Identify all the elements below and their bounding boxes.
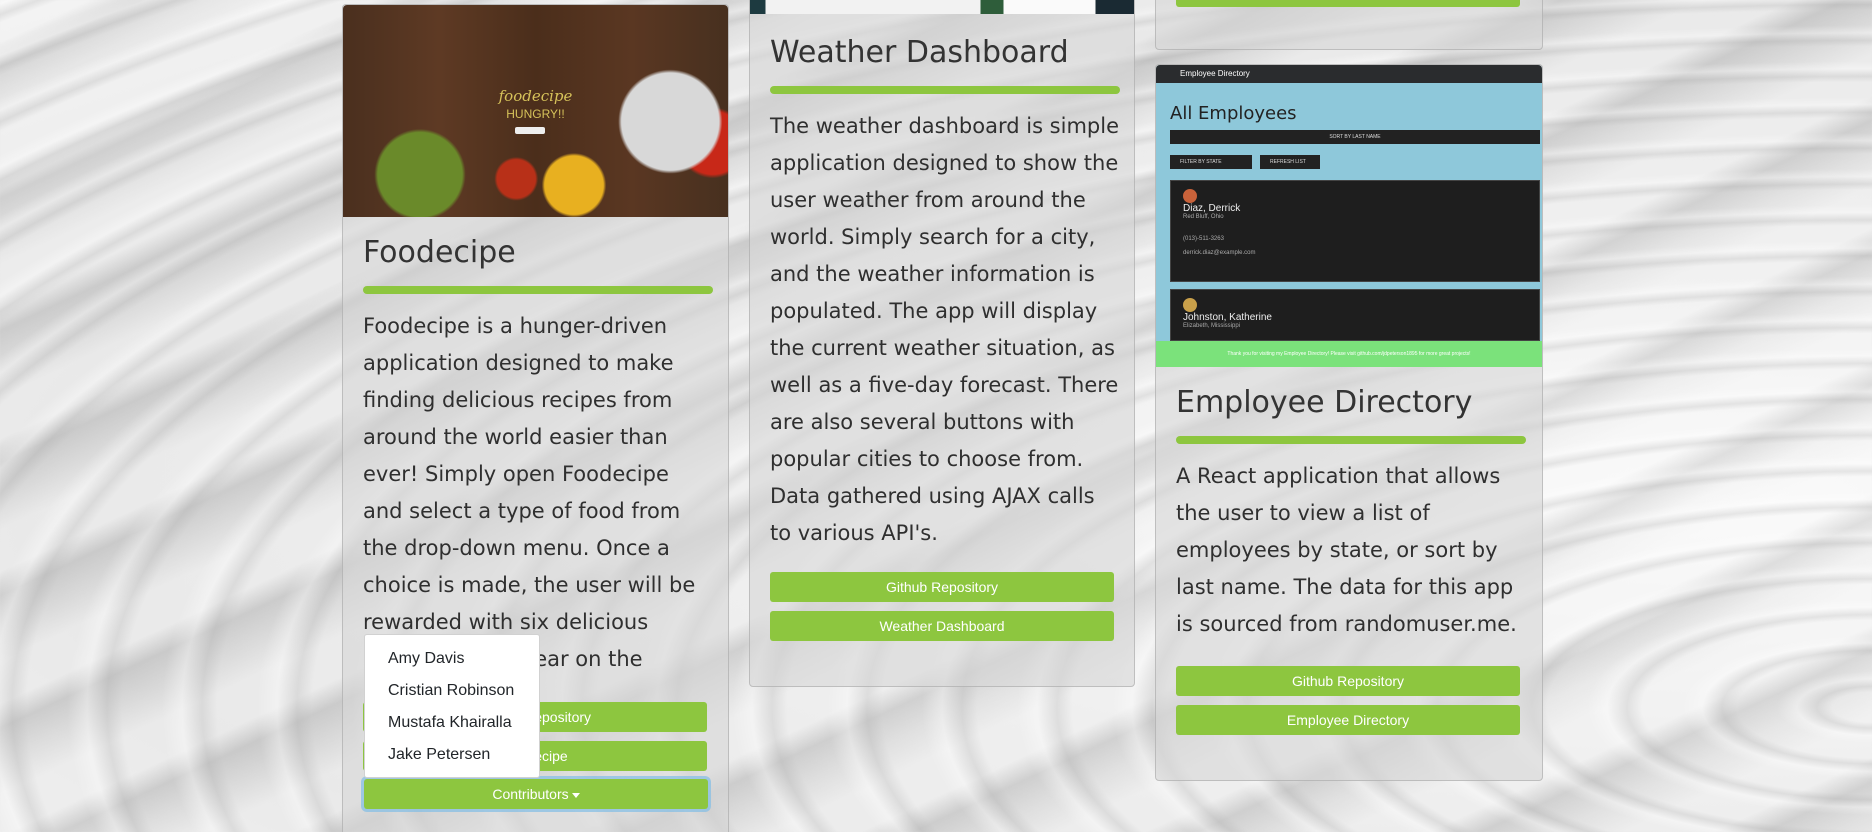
card-title: Foodecipe (363, 235, 516, 270)
github-repository-button[interactable]: Github Repository (770, 572, 1114, 602)
foodecipe-image-tagline: HUNGRY!! (506, 107, 565, 121)
weather-dashboard-app-button[interactable]: Weather Dashboard (770, 611, 1114, 641)
card-title: Weather Dashboard (770, 35, 1069, 70)
accent-divider (770, 86, 1120, 94)
dropdown-item-contributor[interactable]: Cristian Robinson (365, 675, 539, 707)
contributors-label: Contributors (492, 786, 569, 802)
avatar (1183, 298, 1197, 312)
foodecipe-image-button (515, 127, 545, 134)
accent-divider (363, 286, 713, 294)
employee-image-footer: Thank you for visiting my Employee Direc… (1156, 341, 1542, 367)
card-description: A React application that allows the user… (1176, 464, 1517, 636)
card-top-remnant (1155, 0, 1543, 50)
weather-dashboard-screenshot (750, 0, 1134, 14)
avatar (1183, 189, 1197, 203)
card-employee-directory: Employee Directory All Employees SORT BY… (1155, 64, 1543, 781)
employee-name: Diaz, Derrick (1183, 203, 1241, 214)
top-remnant-button[interactable] (1176, 0, 1520, 7)
employee-name: Johnston, Katherine (1183, 312, 1272, 323)
foodecipe-image-logo: foodecipe (498, 87, 573, 105)
card-title: Employee Directory (1176, 385, 1473, 420)
employee-directory-app-button[interactable]: Employee Directory (1176, 705, 1520, 735)
employee-image-sort: SORT BY LAST NAME (1170, 130, 1540, 144)
dropdown-item-contributor[interactable]: Mustafa Khairalla (365, 707, 539, 739)
employee-image-card: Diaz, Derrick Red Bluff, Ohio (013)-511-… (1170, 180, 1540, 282)
card-weather-dashboard: Weather Dashboard The weather dashboard … (749, 0, 1135, 687)
employee-image-filter: FILTER BY STATE (1170, 155, 1252, 169)
employee-image-navbar: Employee Directory (1156, 65, 1542, 83)
employee-location: Red Bluff, Ohio (1183, 214, 1224, 220)
contributors-dropdown-button[interactable]: Contributors (364, 779, 708, 809)
dropdown-item-contributor[interactable]: Jake Petersen (365, 739, 539, 771)
employee-email: derrick.diaz@example.com (1183, 250, 1256, 256)
employee-image-refresh: REFRESH LIST (1260, 155, 1320, 169)
foodecipe-screenshot: foodecipe HUNGRY!! (343, 5, 728, 217)
employee-image-card: Johnston, Katherine Elizabeth, Mississip… (1170, 289, 1540, 341)
employee-phone: (013)-511-3263 (1183, 236, 1224, 242)
employee-image-heading: All Employees (1170, 103, 1297, 124)
github-repository-button[interactable]: Github Repository (1176, 666, 1520, 696)
contributors-dropdown-menu: Amy Davis Cristian Robinson Mustafa Khai… (364, 634, 540, 778)
employee-location: Elizabeth, Mississippi (1183, 323, 1241, 329)
card-description: The weather dashboard is simple applicat… (770, 114, 1120, 545)
dropdown-item-contributor[interactable]: Amy Davis (365, 643, 539, 675)
caret-down-icon (571, 792, 580, 798)
employee-directory-screenshot: Employee Directory All Employees SORT BY… (1156, 65, 1542, 367)
accent-divider (1176, 436, 1526, 444)
